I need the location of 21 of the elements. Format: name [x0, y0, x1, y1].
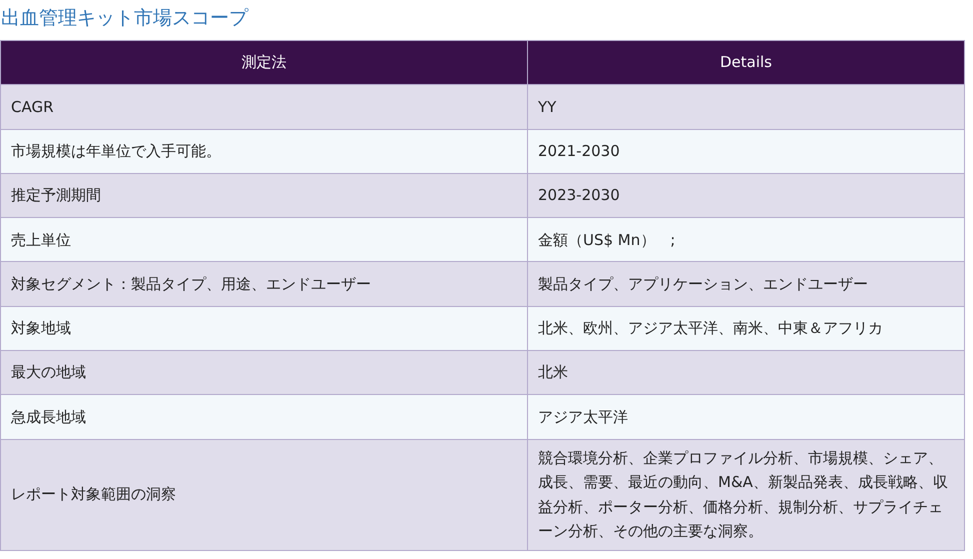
table-cell: 売上単位: [0, 218, 528, 262]
table-cell: 2023-2030: [528, 173, 964, 218]
table-cell: 急成長地域: [0, 394, 528, 440]
table-cell: 対象セグメント：製品タイプ、用途、エンドユーザー: [0, 262, 528, 306]
table-cell: 推定予測期間: [0, 173, 528, 218]
column-header: Details: [528, 40, 964, 85]
table-cell: YY: [528, 84, 964, 130]
table-cell: 製品タイプ、アプリケーション、エンドユーザー: [528, 262, 964, 306]
column-header: 測定法: [0, 40, 528, 85]
page-title: 出血管理キット市場スコープ: [1, 6, 250, 31]
table-cell: アジア太平洋: [528, 394, 964, 440]
table-cell: 金額（US$ Mn） ;: [528, 218, 964, 262]
table-cell: 市場規模は年単位で入手可能。: [0, 129, 528, 174]
table-cell: 対象地域: [0, 306, 528, 351]
table-cell: 最大の地域: [0, 350, 528, 395]
table-cell: 北米: [528, 350, 964, 395]
table-cell: CAGR: [0, 84, 528, 130]
table-cell: 競合環境分析、企業プロファイル分析、市場規模、シェア、成長、需要、最近の動向、M&A、新製品発表、成長戦略、収益分析、ポーター分析、価格分析、規制分析、サプライチェーン分析、その他の主要な洞察。: [528, 439, 964, 550]
table-cell: 2021-2030: [528, 129, 964, 174]
table-cell: 北米、欧州、アジア太平洋、南米、中東＆アフリカ: [528, 306, 964, 351]
table-cell: レポート対象範囲の洞察: [0, 439, 528, 550]
